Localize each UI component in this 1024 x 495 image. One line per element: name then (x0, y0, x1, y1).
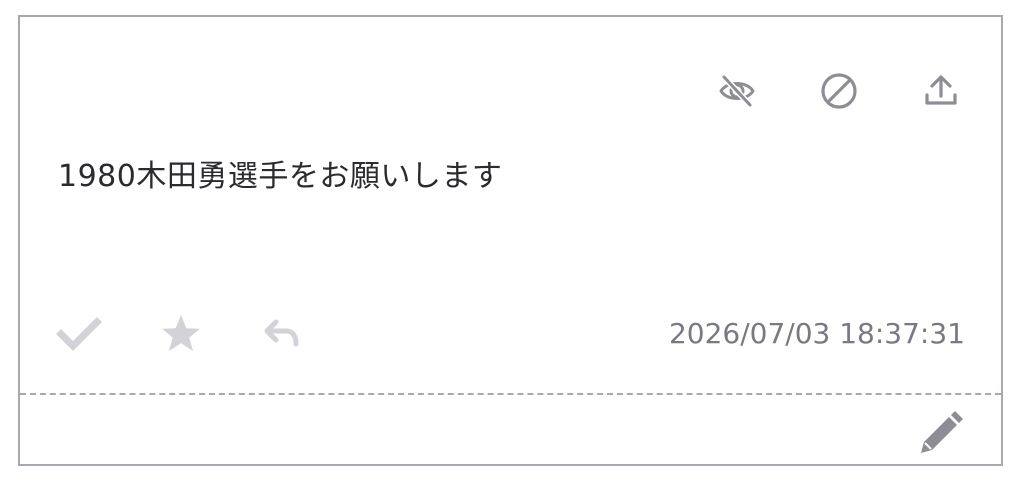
eye-slash-icon (719, 74, 755, 108)
pencil-icon (921, 411, 963, 453)
reply-button[interactable] (260, 311, 306, 357)
message-card: 1980木田勇選手をお願いします 2026/07/03 18:37:31 (18, 15, 1003, 466)
top-action-bar (717, 71, 961, 111)
upload-icon (925, 75, 957, 105)
check-icon (56, 317, 102, 351)
message-timestamp: 2026/07/03 18:37:31 (668, 317, 965, 350)
edit-button[interactable] (915, 409, 965, 459)
ban-icon (821, 73, 857, 109)
hide-button[interactable] (717, 71, 757, 111)
divider (20, 393, 1001, 395)
check-button[interactable] (56, 311, 102, 357)
reply-icon (264, 319, 299, 347)
block-button[interactable] (819, 71, 859, 111)
star-icon (162, 315, 200, 351)
message-text: 1980木田勇選手をお願いします (58, 159, 503, 194)
favorite-button[interactable] (158, 311, 204, 357)
bottom-action-bar (56, 311, 306, 357)
share-button[interactable] (921, 71, 961, 111)
